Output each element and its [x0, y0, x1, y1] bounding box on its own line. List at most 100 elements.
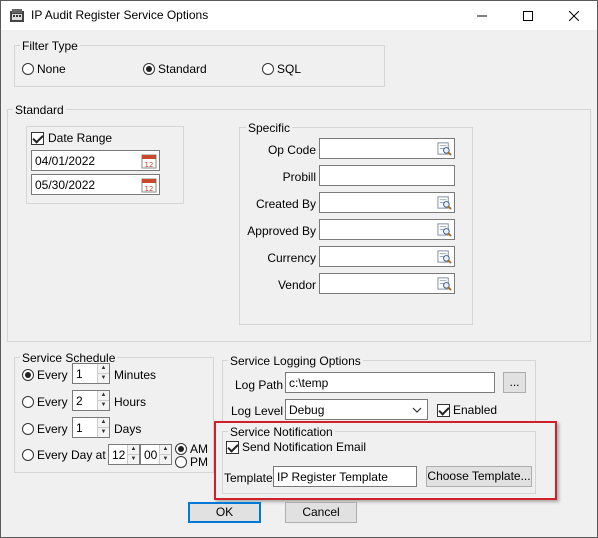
pm-radio[interactable]: PM: [175, 455, 208, 469]
radio-circle[interactable]: [22, 63, 34, 75]
every-day-at-radio[interactable]: Every Day at: [22, 448, 106, 462]
svg-text:12: 12: [145, 161, 154, 169]
op-code-label: Op Code: [267, 143, 316, 157]
minute-spinner[interactable]: 00 ▲ ▼: [140, 444, 172, 465]
choose-template-button[interactable]: Choose Template...: [426, 466, 532, 487]
send-notification-check[interactable]: [226, 440, 239, 454]
close-button[interactable]: [551, 1, 597, 30]
arrow-up-icon[interactable]: ▲: [98, 391, 109, 401]
radio-circle[interactable]: [262, 63, 274, 75]
radio-circle[interactable]: [22, 423, 34, 435]
svg-text:12: 12: [145, 185, 154, 193]
radio-circle[interactable]: [22, 396, 34, 408]
hours-spinner[interactable]: 2 ▲ ▼: [72, 390, 110, 411]
dialog-window: IP Audit Register Service Options Filter…: [0, 0, 598, 538]
vendor-label: Vendor: [277, 278, 316, 292]
date-range-check[interactable]: [31, 131, 44, 145]
lookup-icon[interactable]: [437, 249, 452, 264]
enabled-checkbox[interactable]: Enabled: [437, 403, 497, 417]
filter-none-label: None: [37, 62, 66, 76]
lookup-icon[interactable]: [437, 222, 452, 237]
filter-sql-radio[interactable]: SQL: [262, 62, 301, 76]
enabled-label: Enabled: [453, 403, 498, 417]
template-label: Template: [224, 471, 273, 485]
browse-button[interactable]: ...: [503, 372, 526, 393]
am-radio[interactable]: AM: [175, 442, 208, 456]
lookup-icon[interactable]: [437, 195, 452, 210]
notification-label: Service Notification: [228, 425, 335, 439]
arrow-up-icon[interactable]: ▲: [98, 418, 109, 428]
pm-label: PM: [190, 455, 208, 469]
arrow-down-icon[interactable]: ▼: [98, 428, 109, 437]
every-label: Every: [37, 395, 68, 409]
chevron-down-icon: [412, 407, 422, 413]
am-label: AM: [190, 442, 208, 456]
log-level-label: Log Level: [231, 404, 284, 418]
log-level-select[interactable]: Debug: [285, 399, 428, 420]
calendar-icon[interactable]: 12: [141, 153, 157, 169]
spinner-arrows[interactable]: ▲ ▼: [97, 364, 109, 383]
ok-button[interactable]: OK: [188, 502, 261, 523]
filter-none-radio[interactable]: None: [22, 62, 66, 76]
created-by-label: Created By: [255, 197, 316, 211]
close-icon: [569, 10, 579, 21]
approved-by-field[interactable]: [319, 219, 455, 240]
log-path-value: c:\temp: [289, 376, 329, 390]
arrow-up-icon[interactable]: ▲: [98, 364, 109, 374]
enabled-check[interactable]: [437, 403, 450, 417]
vendor-field[interactable]: [319, 273, 455, 294]
days-spinner[interactable]: 1 ▲ ▼: [72, 417, 110, 438]
maximize-button[interactable]: [505, 1, 551, 30]
date-range-checkbox[interactable]: Date Range: [31, 131, 115, 145]
date-to-field[interactable]: 05/30/2022 12: [31, 174, 160, 195]
spinner-arrows[interactable]: ▲ ▼: [97, 418, 109, 437]
log-path-field[interactable]: c:\temp: [285, 372, 495, 393]
date-range-label: Date Range: [48, 131, 113, 145]
calendar-icon[interactable]: 12: [141, 177, 157, 193]
currency-field[interactable]: [319, 246, 455, 267]
minute-value: 00: [144, 448, 158, 462]
spinner-arrows[interactable]: ▲ ▼: [97, 391, 109, 410]
log-path-label: Log Path: [235, 378, 284, 392]
radio-circle[interactable]: [175, 456, 187, 468]
created-by-field[interactable]: [319, 192, 455, 213]
radio-circle[interactable]: [22, 449, 34, 461]
app-icon: [10, 9, 24, 22]
days-unit-label: Days: [114, 422, 142, 436]
op-code-field[interactable]: [319, 138, 455, 159]
minutes-spinner[interactable]: 1 ▲ ▼: [72, 363, 110, 384]
standard-label: Standard: [13, 103, 66, 117]
send-notification-checkbox[interactable]: Send Notification Email: [226, 440, 366, 454]
arrow-down-icon[interactable]: ▼: [128, 455, 139, 464]
date-to-value: 05/30/2022: [35, 178, 96, 192]
cancel-button[interactable]: Cancel: [285, 502, 357, 523]
date-from-field[interactable]: 04/01/2022 12: [31, 150, 160, 171]
every-label: Every: [37, 422, 68, 436]
title-bar[interactable]: IP Audit Register Service Options: [1, 1, 597, 30]
radio-circle[interactable]: [22, 369, 34, 381]
radio-circle[interactable]: [143, 63, 155, 75]
every-minutes-radio[interactable]: Every: [22, 368, 68, 382]
every-hours-radio[interactable]: Every: [22, 395, 68, 409]
lookup-icon[interactable]: [437, 276, 452, 291]
every-days-radio[interactable]: Every: [22, 422, 68, 436]
radio-circle[interactable]: [175, 443, 187, 455]
spinner-arrows[interactable]: ▲ ▼: [159, 445, 171, 464]
specific-label: Specific: [246, 121, 293, 135]
arrow-down-icon[interactable]: ▼: [98, 374, 109, 383]
spinner-arrows[interactable]: ▲ ▼: [127, 445, 139, 464]
hour-spinner[interactable]: 12 ▲ ▼: [108, 444, 140, 465]
probill-field[interactable]: [319, 165, 455, 186]
arrow-down-icon[interactable]: ▼: [160, 455, 171, 464]
hours-value: 2: [76, 394, 83, 408]
lookup-icon[interactable]: [437, 141, 452, 156]
arrow-down-icon[interactable]: ▼: [98, 401, 109, 410]
template-field[interactable]: IP Register Template: [273, 466, 417, 487]
minimize-button[interactable]: [459, 1, 505, 30]
hour-value: 12: [112, 448, 126, 462]
arrow-up-icon[interactable]: ▲: [160, 445, 171, 455]
filter-standard-radio[interactable]: Standard: [143, 62, 207, 76]
template-value: IP Register Template: [277, 470, 388, 484]
currency-label: Currency: [267, 251, 316, 265]
arrow-up-icon[interactable]: ▲: [128, 445, 139, 455]
